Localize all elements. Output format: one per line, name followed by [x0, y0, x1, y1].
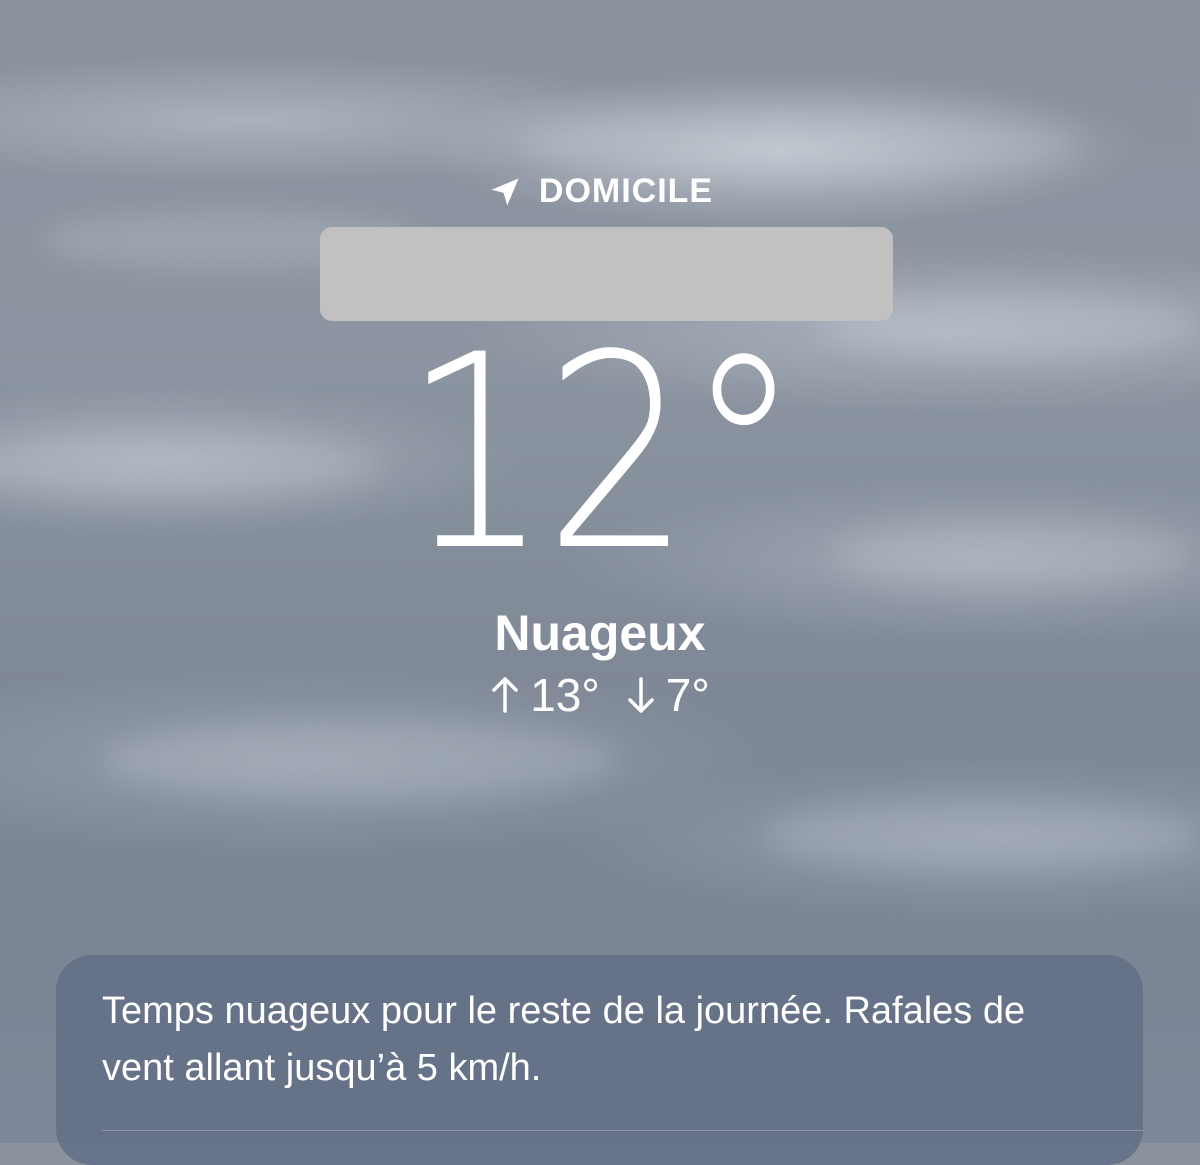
cloud-streak: [100, 720, 620, 800]
cloud-streak: [760, 800, 1200, 870]
high-temperature-value: 13°: [530, 669, 600, 721]
temperature-value: 12°: [403, 298, 801, 610]
card-divider: [102, 1130, 1143, 1131]
cloud-streak: [520, 110, 1080, 180]
location-label: DOMICILE: [538, 172, 714, 210]
arrow-down-icon: [626, 675, 656, 715]
high-low-temperatures: 13° 7°: [0, 668, 1200, 722]
weather-condition: Nuageux: [494, 605, 706, 661]
forecast-summary-text: Temps nuageux pour le reste de la journé…: [102, 990, 1026, 1089]
location-arrow-icon: [487, 174, 523, 210]
forecast-summary-card[interactable]: Temps nuageux pour le reste de la journé…: [56, 955, 1143, 1165]
low-temperature-value: 7°: [665, 669, 710, 721]
location-header[interactable]: DOMICILE: [0, 172, 1200, 211]
arrow-up-icon: [490, 675, 520, 715]
high-temperature: 13°: [490, 668, 600, 722]
low-temperature: 7°: [626, 668, 710, 722]
current-temperature: 12°: [0, 320, 1200, 588]
